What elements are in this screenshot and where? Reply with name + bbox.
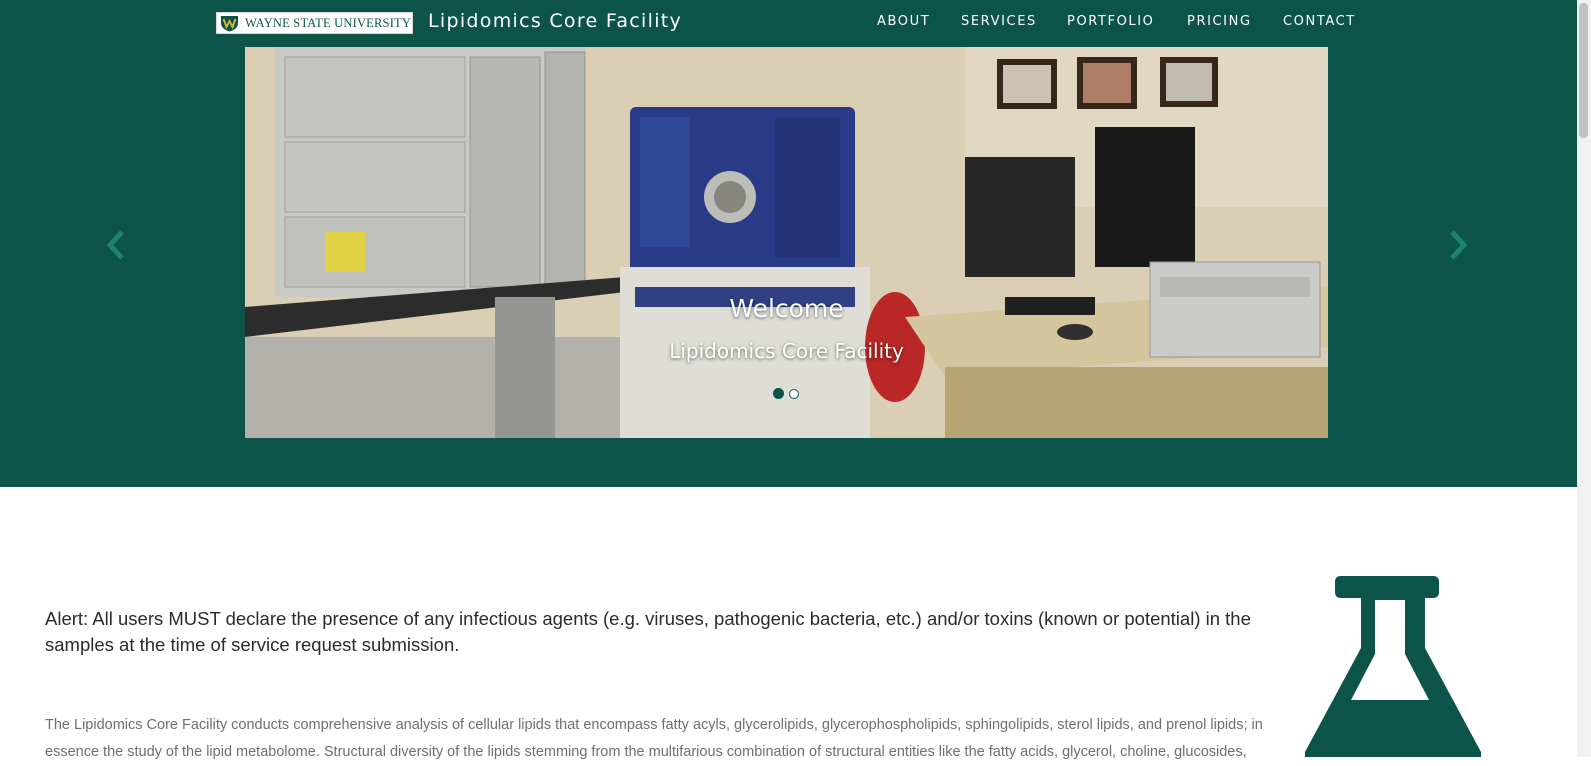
nav-contact[interactable]: CONTACT [1283, 14, 1356, 29]
nav-portfolio[interactable]: PORTFOLIO [1067, 14, 1155, 29]
flask-icon [1305, 576, 1481, 757]
carousel-subtitle: Lipidomics Core Facility [669, 339, 904, 363]
page-scrollbar[interactable] [1577, 0, 1591, 757]
nav-services[interactable]: SERVICES [961, 14, 1037, 29]
logo-text: WAYNE STATE UNIVERSITY [245, 15, 412, 30]
carousel-indicator-2[interactable] [789, 389, 799, 399]
nav-pricing[interactable]: PRICING [1187, 14, 1252, 29]
carousel-next-button[interactable] [1442, 228, 1472, 262]
carousel-slide-image [245, 47, 1328, 438]
wsu-shield-icon [221, 15, 238, 31]
carousel-indicators [773, 388, 803, 402]
carousel-indicator-1[interactable] [773, 388, 784, 399]
intro-paragraph: The Lipidomics Core Facility conducts co… [45, 716, 1263, 760]
nav-about[interactable]: ABOUT [877, 14, 930, 29]
top-navbar: WAYNE STATE UNIVERSITY Lipidomics Core F… [0, 0, 1591, 46]
site-title[interactable]: Lipidomics Core Facility [428, 10, 682, 32]
carousel-prev-button[interactable] [102, 228, 132, 262]
wsu-logo[interactable]: WAYNE STATE UNIVERSITY [216, 12, 413, 34]
scrollbar-thumb[interactable] [1579, 3, 1588, 138]
infectious-agents-alert: Alert: All users MUST declare the presen… [45, 607, 1251, 655]
hero-carousel: Welcome Lipidomics Core Facility [0, 46, 1591, 487]
carousel-title: Welcome [729, 294, 844, 323]
